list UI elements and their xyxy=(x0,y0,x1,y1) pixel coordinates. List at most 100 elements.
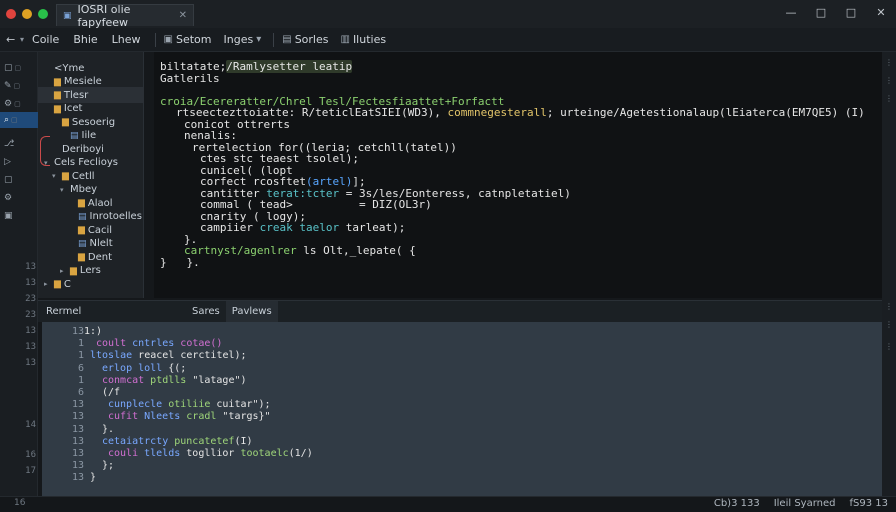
status-bar: 16 Cb)3 133 Ileil Syarned fS93 13 xyxy=(0,496,896,512)
git-icon[interactable]: ⎇ xyxy=(0,136,38,152)
code-token: (/f xyxy=(102,387,121,398)
output-panel[interactable]: 13 1:) 1 coult cntrles cotae() 1 ltoslae reac… xyxy=(42,322,882,496)
status-encoding[interactable]: fS93 13 xyxy=(850,498,889,509)
minimize-icon[interactable]: — xyxy=(784,6,798,19)
code-token: } xyxy=(90,472,97,484)
code-token: erlop loll xyxy=(102,362,163,374)
code-editor[interactable]: biltatate;/Ramlysetter leatip Gatlerils cr… xyxy=(154,52,882,298)
panel-code-line[interactable]: ltoslae reacel cerctitel); xyxy=(90,350,247,361)
line-number: 16 xyxy=(25,450,36,460)
file-icon: ▤ xyxy=(70,130,79,141)
panel-code-line[interactable]: cufit Nleets cradl "targs}" xyxy=(108,411,271,422)
restore-icon[interactable]: □ xyxy=(814,6,828,19)
extensions-icon[interactable]: ⚙ ▢ xyxy=(0,96,38,112)
code-token: tootaelc xyxy=(240,448,289,459)
tree-item-label: Alaol xyxy=(87,197,113,209)
toolbar-item-2[interactable]: Inges ▾ xyxy=(224,33,262,46)
window-traffic-lights xyxy=(6,9,48,19)
explorer-icon[interactable]: ▢ ▢ xyxy=(0,60,38,76)
toolbar-item-2-label: Inges xyxy=(223,33,254,46)
maximize-icon[interactable]: □ xyxy=(844,6,858,19)
code-token: commnegesterall xyxy=(447,106,547,119)
panel-code-line[interactable]: 1:) xyxy=(84,326,102,337)
edit-icon[interactable]: ✎ ▢ xyxy=(0,78,38,94)
line-number: 13 xyxy=(71,435,84,447)
tree-item-label: Deriboyi xyxy=(62,143,104,155)
code-token: puncatetef xyxy=(174,435,235,447)
panel-code-line[interactable]: erlop loll {(; xyxy=(102,363,186,374)
folder-icon: ▆ xyxy=(70,265,77,276)
tree-item-label: Iile xyxy=(81,130,97,141)
status-position[interactable]: Cb)3 133 xyxy=(714,498,760,509)
folder-icon: ▆ xyxy=(54,103,61,114)
status-sync[interactable]: Ileil Syarned xyxy=(774,498,836,509)
code-token: Nleets xyxy=(144,411,187,423)
close-window-button[interactable] xyxy=(6,9,16,19)
panel-tab-2[interactable]: Pavlews xyxy=(225,300,278,323)
line-number: 13 xyxy=(25,326,36,336)
folder-icon: ▆ xyxy=(54,76,61,87)
code-line[interactable]: } }. xyxy=(160,256,200,269)
panel-code-line[interactable]: } xyxy=(90,472,96,483)
panel-code-line[interactable]: conmcat ptdlls "latage") xyxy=(102,375,247,386)
panel-code-line[interactable]: coult cntrles cotae() xyxy=(96,338,222,349)
tree-item-label: Lers xyxy=(79,265,101,276)
panel-code-line[interactable]: couli tlelds togllior tootaelc(1/) xyxy=(108,448,313,459)
line-number: 13 xyxy=(25,358,36,368)
code-token: cradl xyxy=(186,411,223,423)
code-line[interactable]: Gatlerils xyxy=(160,72,220,85)
tree-item-label: Nlelt xyxy=(89,238,113,249)
tree-item-label: Cetll xyxy=(71,170,95,182)
panel-tab-1[interactable]: Sares xyxy=(186,301,226,323)
code-token: DIZ(OL3r) xyxy=(372,198,432,211)
code-token: cufit xyxy=(108,411,145,423)
maximize-window-button[interactable] xyxy=(38,9,48,19)
vertical-scrollbar[interactable]: ⋮ ⋮ ⋮ ⋮ ⋮ ⋮ xyxy=(882,52,896,496)
tree-folder[interactable]: ▸ ▆ C xyxy=(38,276,144,292)
menu-item-2[interactable]: Bhie xyxy=(73,33,97,46)
code-token: creak taelor xyxy=(259,221,340,234)
close-icon[interactable]: ✕ xyxy=(874,6,888,19)
code-token: "latage") xyxy=(192,374,247,386)
folder-icon: ▆ xyxy=(62,117,69,127)
code-token: } }. xyxy=(160,255,200,269)
minimize-window-button[interactable] xyxy=(22,9,32,19)
back-arrow-icon[interactable]: ← xyxy=(6,33,20,46)
code-line[interactable]: campiier creak taelor tarleat); xyxy=(200,221,405,234)
chevron-right-icon: ▸ xyxy=(44,280,48,288)
panel-code-line[interactable]: cetaiatrcty puncatetef(I) xyxy=(102,436,253,447)
chevron-down-icon: ▾ xyxy=(256,34,262,45)
folder-icon: ▆ xyxy=(78,198,85,208)
window-tab[interactable]: ▣ IOSRI olie fapyfeew ✕ xyxy=(56,3,194,29)
panel-code-line[interactable]: }; xyxy=(102,460,114,471)
toolbar-item-3[interactable]: ▤ Sorles xyxy=(282,33,328,46)
settings-icon[interactable]: ⚙ xyxy=(0,190,38,206)
folder-icon: ▆ xyxy=(54,279,61,289)
terminal-icon[interactable]: ▢ xyxy=(0,172,38,188)
code-token: cuitar"); xyxy=(216,399,271,411)
code-line[interactable]: cartnyst/agenlrer ls Olt,_lepate( { xyxy=(184,244,416,257)
code-token: ls Olt,_lepate( { xyxy=(303,244,416,257)
panel-code-line[interactable]: (/f xyxy=(102,387,120,398)
chevron-down-icon[interactable]: ▾ xyxy=(20,35,24,44)
code-token: otiliie xyxy=(168,399,217,411)
file-explorer: <Yme ▆ Mesiele ▆ Tlesr ▆ Icet ▆ Sesoerig ▤ Iile Der… xyxy=(38,52,144,298)
debug-icon[interactable]: ▷ xyxy=(0,154,38,170)
line-number: 13 xyxy=(71,423,84,435)
panel-code-line[interactable]: cunplecle otiliie cuitar"); xyxy=(108,399,271,410)
panel-header: Rermel Sares Pavlews xyxy=(38,300,882,323)
tree-item-label: Mbey xyxy=(70,184,98,195)
toolbar-item-1[interactable]: ▣ Setom xyxy=(164,33,212,46)
toolbar-item-3-label: Sorles xyxy=(294,33,329,46)
menu-item-3[interactable]: Lhew xyxy=(112,33,141,46)
menu-item-1[interactable]: Coile xyxy=(32,33,59,46)
toolbar-item-4[interactable]: ▥ Iluties xyxy=(340,33,386,46)
code-token: couli xyxy=(108,448,145,459)
panel-icon[interactable]: ▣ xyxy=(0,208,38,224)
code-token: cntrles xyxy=(132,338,181,350)
search-icon[interactable]: ⌕ ▢ xyxy=(0,112,38,128)
tree-item-label: Dent xyxy=(87,251,113,263)
panel-code-line[interactable]: }. xyxy=(102,424,114,435)
status-right: Cb)3 133 Ileil Syarned fS93 13 xyxy=(714,498,888,509)
close-icon[interactable]: ✕ xyxy=(179,10,187,21)
